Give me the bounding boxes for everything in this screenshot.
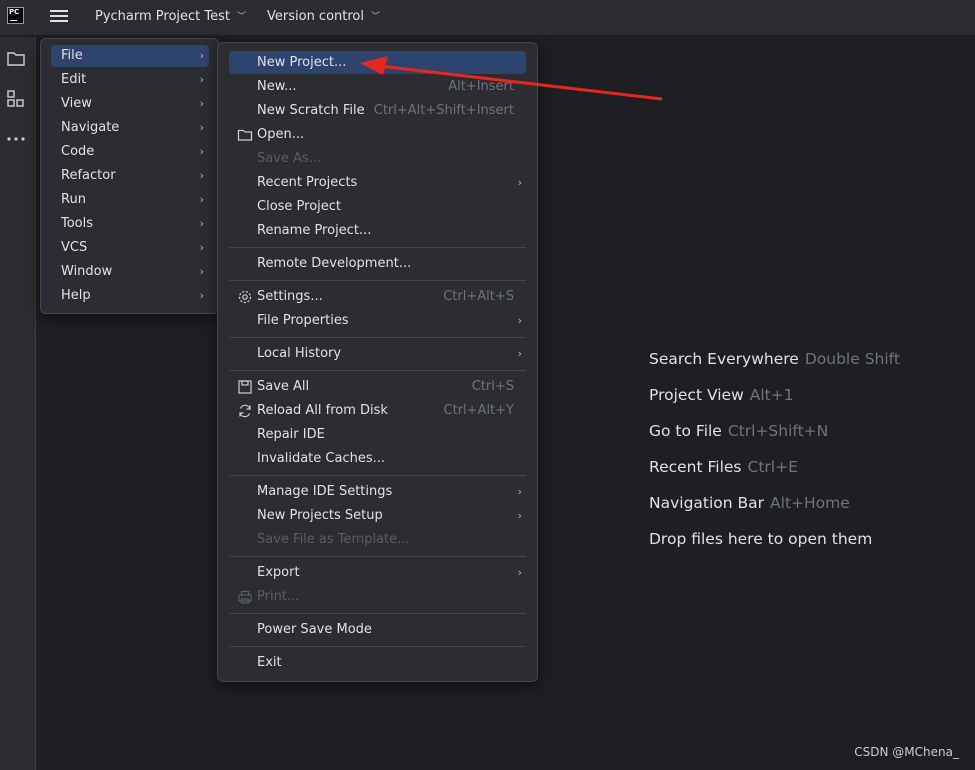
chevron-down-icon: ﹀ (237, 12, 247, 22)
chevron-right-icon: › (199, 289, 204, 302)
title-bar: PC Pycharm Project Test ﹀ Version control… (0, 0, 975, 36)
menu-edit[interactable]: Edit › (51, 69, 209, 91)
repair-ide-item[interactable]: Repair IDE (229, 423, 526, 446)
menu-view[interactable]: View › (51, 93, 209, 115)
chevron-right-icon: › (517, 314, 522, 327)
menu-code[interactable]: Code › (51, 141, 209, 163)
menu-separator (229, 613, 526, 614)
tip-go-to-file: Go to File Ctrl+Shift+N (649, 422, 829, 440)
pycharm-logo-icon[interactable]: PC (7, 7, 24, 24)
menu-vcs[interactable]: VCS › (51, 237, 209, 259)
menu-help[interactable]: Help › (51, 285, 209, 307)
chevron-right-icon: › (199, 241, 204, 254)
chevron-right-icon: › (199, 145, 204, 158)
chevron-right-icon: › (199, 49, 204, 62)
chevron-right-icon: › (199, 97, 204, 110)
tip-recent-files: Recent Files Ctrl+E (649, 458, 798, 476)
version-control-widget[interactable]: Version control ﹀ (267, 9, 380, 24)
local-history-item[interactable]: Local History › (229, 342, 526, 365)
save-all-item[interactable]: Save All Ctrl+S (229, 375, 526, 398)
menu-separator (229, 280, 526, 281)
recent-projects-item[interactable]: Recent Projects › (229, 171, 526, 194)
tip-drop-files: Drop files here to open them (649, 530, 873, 548)
export-item[interactable]: Export › (229, 561, 526, 584)
manage-ide-settings-item[interactable]: Manage IDE Settings › (229, 480, 526, 503)
new-projects-setup-item[interactable]: New Projects Setup › (229, 504, 526, 527)
new-project-item[interactable]: New Project... (229, 51, 526, 74)
folder-icon (237, 129, 253, 141)
open-item[interactable]: Open... (229, 123, 526, 146)
invalidate-caches-item[interactable]: Invalidate Caches... (229, 447, 526, 470)
menu-run[interactable]: Run › (51, 189, 209, 211)
chevron-right-icon: › (199, 217, 204, 230)
chevron-right-icon: › (199, 265, 204, 278)
menu-separator (229, 247, 526, 248)
reload-icon (239, 404, 251, 418)
tip-search-everywhere: Search Everywhere Double Shift (649, 350, 900, 368)
menu-tools[interactable]: Tools › (51, 213, 209, 235)
save-as-item[interactable]: Save As... (229, 147, 526, 170)
tip-project-view: Project View Alt+1 (649, 386, 794, 404)
close-project-item[interactable]: Close Project (229, 195, 526, 218)
power-save-mode-item[interactable]: Power Save Mode (229, 618, 526, 641)
chevron-right-icon: › (199, 73, 204, 86)
tool-window-strip (0, 37, 36, 770)
menu-separator (229, 475, 526, 476)
menu-separator (229, 646, 526, 647)
rename-project-item[interactable]: Rename Project... (229, 219, 526, 242)
chevron-down-icon: ﹀ (371, 12, 381, 22)
file-submenu: New Project... New... Alt+Insert New Scra… (217, 42, 538, 682)
save-as-template-item[interactable]: Save File as Template... (229, 528, 526, 551)
tip-navigation-bar: Navigation Bar Alt+Home (649, 494, 850, 512)
main-menu-hamburger-icon[interactable] (49, 8, 69, 26)
menu-window[interactable]: Window › (51, 261, 209, 283)
print-item[interactable]: Print... (229, 585, 526, 608)
project-name: Pycharm Project Test (95, 9, 231, 24)
exit-item[interactable]: Exit (229, 651, 526, 674)
version-control-label: Version control (267, 9, 364, 24)
menu-separator (229, 556, 526, 557)
new-scratch-file-item[interactable]: New Scratch File Ctrl+Alt+Shift+Insert (229, 99, 526, 122)
save-icon (238, 380, 252, 394)
file-properties-item[interactable]: File Properties › (229, 309, 526, 332)
gear-icon (238, 290, 252, 304)
chevron-right-icon: › (199, 169, 204, 182)
chevron-right-icon: › (517, 347, 522, 360)
structure-icon[interactable] (6, 89, 26, 109)
menu-separator (229, 337, 526, 338)
menu-refactor[interactable]: Refactor › (51, 165, 209, 187)
new-item[interactable]: New... Alt+Insert (229, 75, 526, 98)
reload-all-item[interactable]: Reload All from Disk Ctrl+Alt+Y (229, 399, 526, 422)
chevron-right-icon: › (199, 193, 204, 206)
project-switcher[interactable]: Pycharm Project Test ﹀ (95, 9, 246, 24)
chevron-right-icon: › (517, 485, 522, 498)
settings-item[interactable]: Settings... Ctrl+Alt+S (229, 285, 526, 308)
chevron-right-icon: › (517, 566, 522, 579)
chevron-right-icon: › (517, 509, 522, 522)
chevron-right-icon: › (199, 121, 204, 134)
menu-navigate[interactable]: Navigate › (51, 117, 209, 139)
remote-development-item[interactable]: Remote Development... (229, 252, 526, 275)
more-icon[interactable] (6, 129, 26, 149)
main-menu: File › Edit › View › Navigate › Code › Refact… (40, 38, 219, 314)
watermark: CSDN @MChena_ (854, 745, 959, 759)
menu-file[interactable]: File › (51, 45, 209, 67)
menu-separator (229, 370, 526, 371)
chevron-right-icon: › (517, 176, 522, 189)
folder-icon[interactable] (6, 49, 26, 69)
printer-icon (238, 590, 252, 604)
